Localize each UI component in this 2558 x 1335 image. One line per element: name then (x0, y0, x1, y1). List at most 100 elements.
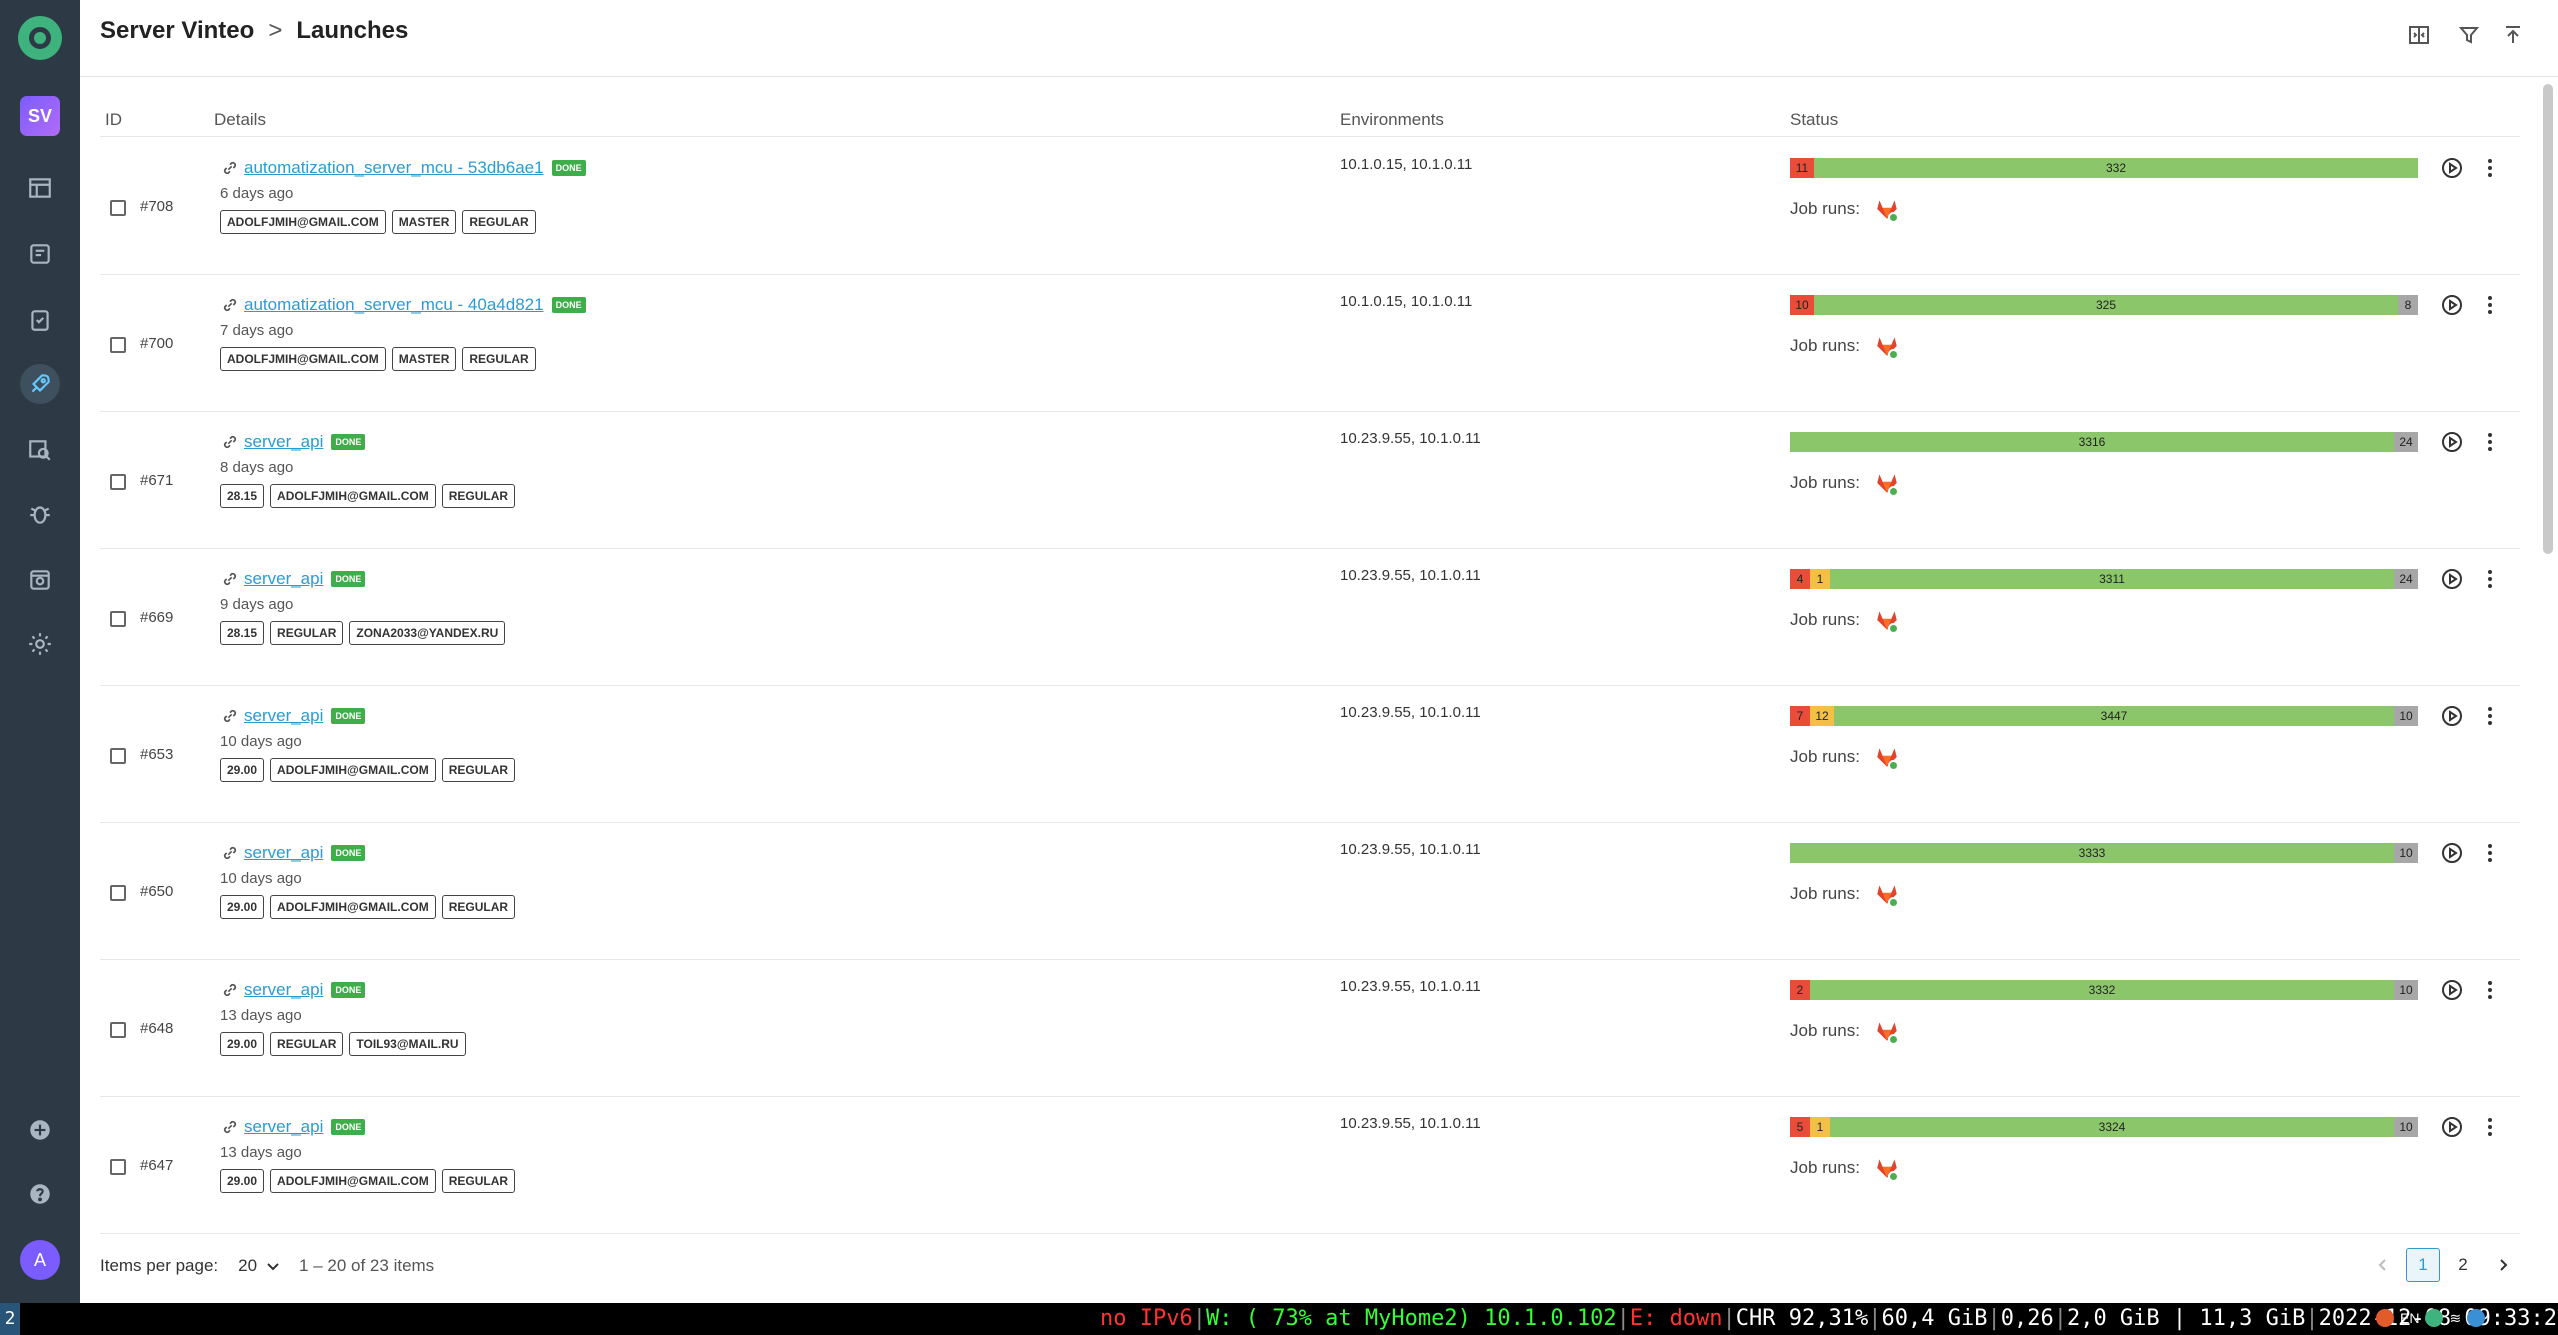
column-header-status[interactable]: Status (1790, 110, 1838, 130)
test-plans-icon[interactable] (20, 300, 60, 340)
page-button-2[interactable]: 2 (2446, 1248, 2480, 1282)
gitlab-job-icon[interactable] (1874, 744, 1900, 771)
launch-tag[interactable]: ADOLFJMIH@GMAIL.COM (220, 347, 386, 371)
launch-name-link[interactable]: server_api (244, 432, 323, 452)
gitlab-job-icon[interactable] (1874, 1018, 1900, 1045)
blocked-segment[interactable]: 10 (2394, 706, 2418, 726)
play-circle-icon[interactable] (2440, 704, 2464, 728)
launch-row[interactable]: #650 server_api DONE 10 days ago 29.00 AD… (100, 823, 2520, 960)
play-circle-icon[interactable] (2440, 430, 2464, 454)
failed-segment[interactable]: 5 (1790, 1117, 1810, 1137)
row-checkbox[interactable] (110, 337, 126, 353)
defects-bug-icon[interactable] (20, 494, 60, 534)
failed-segment[interactable]: 7 (1790, 706, 1810, 726)
network-tray-icon[interactable] (2467, 1309, 2486, 1327)
gitlab-job-icon[interactable] (1874, 196, 1900, 223)
failed-segment[interactable]: 11 (1790, 158, 1814, 178)
launch-tag[interactable]: REGULAR (462, 347, 536, 371)
play-circle-icon[interactable] (2440, 156, 2464, 180)
launch-tag[interactable]: 29.00 (220, 895, 265, 919)
project-badge[interactable]: SV (20, 96, 60, 136)
breadcrumb-project[interactable]: Server Vinteo (100, 17, 254, 45)
row-checkbox[interactable] (110, 611, 126, 627)
test-cases-icon[interactable] (20, 234, 60, 274)
more-vertical-icon[interactable] (2478, 156, 2502, 180)
results-bar[interactable]: 2 3332 10 (1790, 980, 2418, 1000)
gitlab-job-icon[interactable] (1874, 607, 1900, 634)
next-page-button[interactable] (2486, 1248, 2520, 1282)
page-button-1[interactable]: 1 (2406, 1248, 2440, 1282)
vertical-scrollbar[interactable] (2542, 84, 2554, 1296)
launch-tag[interactable]: REGULAR (462, 210, 536, 234)
launches-rocket-icon[interactable] (20, 364, 60, 404)
jobs-icon[interactable] (20, 560, 60, 600)
passed-segment[interactable]: 3311 (1830, 569, 2394, 589)
launch-tag[interactable]: REGULAR (441, 484, 516, 508)
search-results-icon[interactable] (20, 430, 60, 470)
launch-tag[interactable]: 29.00 (220, 1032, 265, 1056)
launch-tag[interactable]: REGULAR (441, 895, 516, 919)
launch-name-link[interactable]: server_api (244, 843, 323, 863)
clover-tray-icon[interactable] (2425, 1309, 2444, 1327)
play-circle-icon[interactable] (2440, 841, 2464, 865)
launch-tag[interactable]: ADOLFJMIH@GMAIL.COM (270, 1169, 436, 1193)
scrollbar-thumb[interactable] (2543, 84, 2553, 554)
launch-tag[interactable]: TOIL93@MAIL.RU (349, 1032, 466, 1056)
launch-row[interactable]: #653 server_api DONE 10 days ago 29.00 AD… (100, 686, 2520, 823)
help-icon[interactable] (20, 1174, 60, 1214)
launch-row[interactable]: #647 server_api DONE 13 days ago 29.00 AD… (100, 1097, 2520, 1234)
settings-gear-icon[interactable] (20, 624, 60, 664)
launch-name-link[interactable]: automatization_server_mcu - 53db6ae1 (244, 158, 544, 178)
skipped-segment[interactable]: 1 (1810, 569, 1830, 589)
passed-segment[interactable]: 3324 (1830, 1117, 2394, 1137)
blocked-segment[interactable]: 10 (2394, 1117, 2418, 1137)
results-bar[interactable]: 4 1 3311 24 (1790, 569, 2418, 589)
launch-row[interactable]: #671 server_api DONE 8 days ago 28.15 ADO… (100, 412, 2520, 549)
row-checkbox[interactable] (110, 200, 126, 216)
launch-tag[interactable]: MASTER (391, 347, 457, 371)
app-logo[interactable] (18, 16, 62, 60)
keyboard-layout[interactable]: EN (2400, 1310, 2419, 1326)
more-vertical-icon[interactable] (2478, 841, 2502, 865)
play-circle-icon[interactable] (2440, 293, 2464, 317)
row-checkbox[interactable] (110, 474, 126, 490)
workspace-indicator[interactable]: 2 (0, 1303, 20, 1335)
launch-tag[interactable]: 28.15 (220, 484, 265, 508)
items-per-page-select[interactable]: 20 (238, 1256, 281, 1276)
launch-tag[interactable]: 29.00 (220, 758, 265, 782)
results-bar[interactable]: 10 325 8 (1790, 295, 2418, 315)
skipped-segment[interactable]: 12 (1810, 706, 1834, 726)
launch-tag[interactable]: ADOLFJMIH@GMAIL.COM (270, 895, 436, 919)
results-bar[interactable]: 7 12 3447 10 (1790, 706, 2418, 726)
launch-name-link[interactable]: server_api (244, 1117, 323, 1137)
row-checkbox[interactable] (110, 885, 126, 901)
more-vertical-icon[interactable] (2478, 704, 2502, 728)
play-circle-icon[interactable] (2440, 978, 2464, 1002)
play-circle-icon[interactable] (2440, 567, 2464, 591)
failed-segment[interactable]: 4 (1790, 569, 1810, 589)
launch-row[interactable]: #669 server_api DONE 9 days ago 28.15 REG… (100, 549, 2520, 686)
firefox-tray-icon[interactable] (2376, 1309, 2394, 1327)
column-header-id[interactable]: ID (105, 110, 122, 130)
launch-name-link[interactable]: automatization_server_mcu - 40a4d821 (244, 295, 544, 315)
launch-tag[interactable]: ADOLFJMIH@GMAIL.COM (270, 484, 436, 508)
passed-segment[interactable]: 3333 (1790, 843, 2394, 863)
passed-segment[interactable]: 325 (1814, 295, 2398, 315)
row-checkbox[interactable] (110, 1159, 126, 1175)
launch-row[interactable]: #648 server_api DONE 13 days ago 29.00 RE… (100, 960, 2520, 1097)
launch-tag[interactable]: 29.00 (220, 1169, 265, 1193)
launch-tag[interactable]: REGULAR (441, 1169, 516, 1193)
results-bar[interactable]: 5 1 3324 10 (1790, 1117, 2418, 1137)
prev-page-button[interactable] (2366, 1248, 2400, 1282)
more-vertical-icon[interactable] (2478, 293, 2502, 317)
blocked-segment[interactable]: 10 (2394, 980, 2418, 1000)
row-checkbox[interactable] (110, 1022, 126, 1038)
results-bar[interactable]: 11 332 (1790, 158, 2418, 178)
add-icon[interactable] (20, 1110, 60, 1150)
launch-tag[interactable]: ZONA2033@YANDEX.RU (349, 621, 506, 645)
launch-name-link[interactable]: server_api (244, 569, 323, 589)
blocked-segment[interactable]: 24 (2394, 432, 2418, 452)
launch-name-link[interactable]: server_api (244, 706, 323, 726)
launch-tag[interactable]: REGULAR (270, 1032, 344, 1056)
launch-tag[interactable]: ADOLFJMIH@GMAIL.COM (270, 758, 436, 782)
